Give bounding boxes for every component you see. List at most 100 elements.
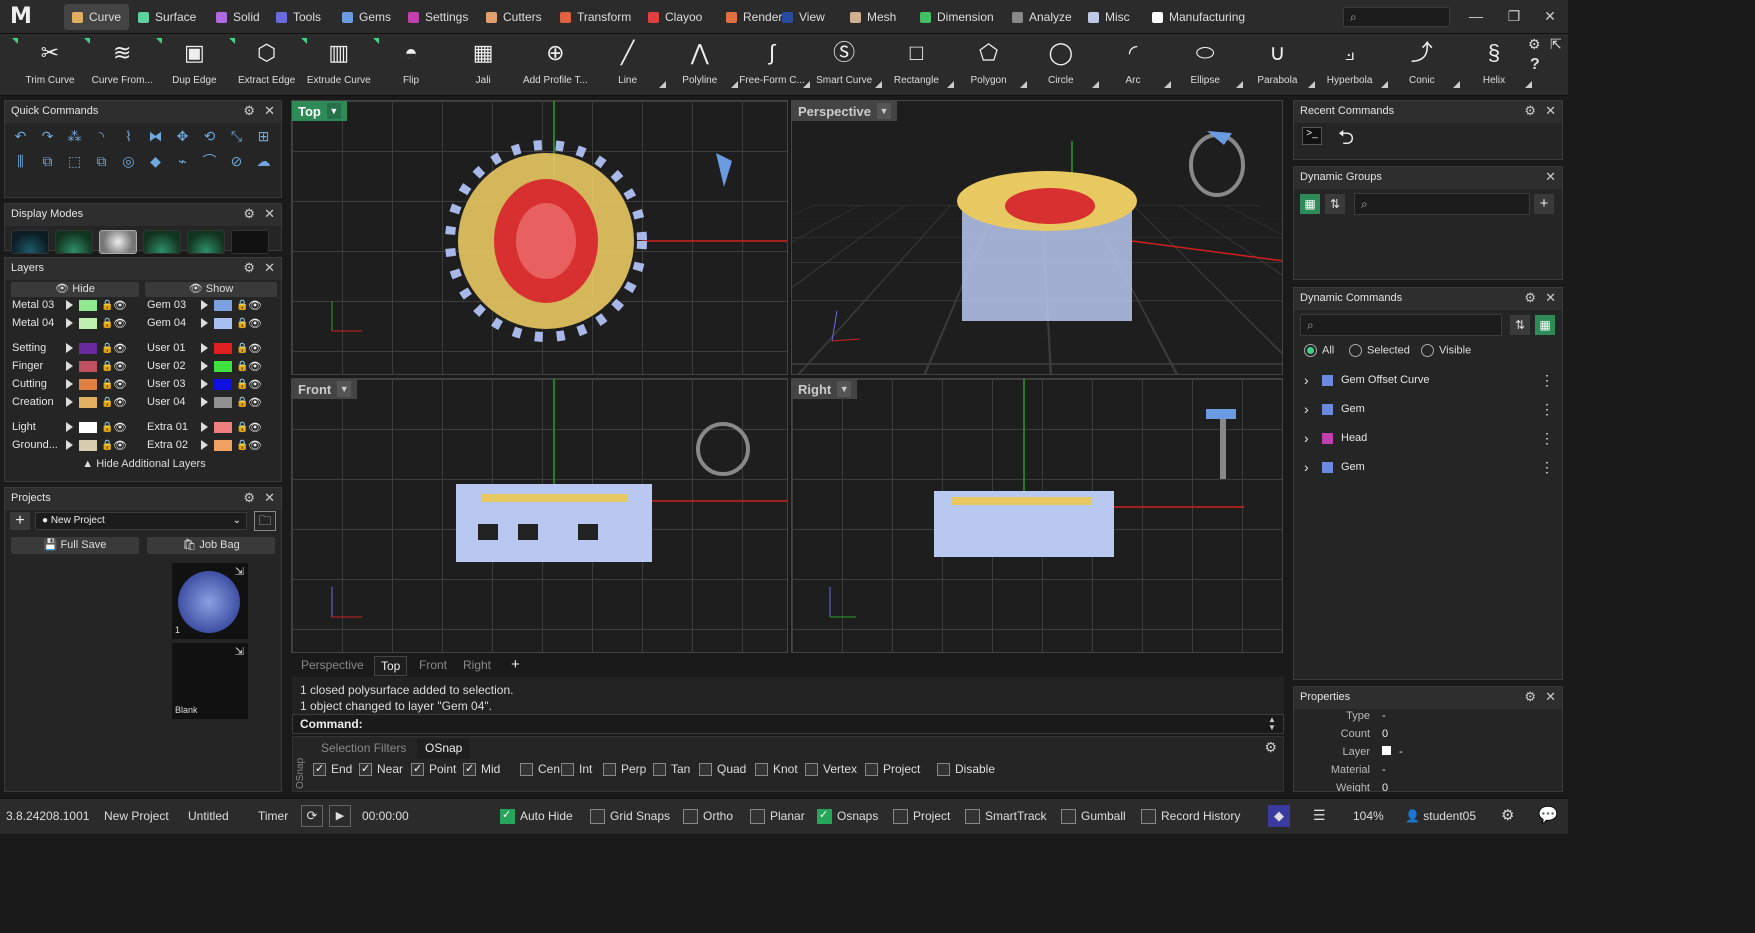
xray-mode-icon[interactable] (99, 230, 137, 254)
toggle-ortho[interactable]: Ortho (683, 809, 733, 825)
play-arrow-icon[interactable] (201, 379, 208, 389)
gem-icon[interactable]: ◆ (146, 152, 165, 171)
menu-tab-manufacturing[interactable]: Manufacturing (1144, 4, 1253, 30)
plugin-icon[interactable]: ◆ (1268, 805, 1290, 827)
dynamic-command-item[interactable]: › Gem ⋮ (1304, 398, 1554, 420)
layer-color-swatch[interactable] (214, 378, 232, 390)
shell-icon[interactable]: ☁ (254, 152, 273, 171)
gear-icon[interactable]: ⚙ (1524, 103, 1536, 119)
play-arrow-icon[interactable] (66, 422, 73, 432)
eye-icon[interactable]: 👁 (248, 317, 262, 330)
tool-polyline[interactable]: ⋀ Polyline (664, 34, 738, 96)
lock-icon[interactable]: 🔒 (101, 440, 113, 451)
layer-color-swatch[interactable] (214, 299, 232, 311)
lock-icon[interactable]: 🔒 (236, 422, 248, 433)
toggle-auto-hide[interactable]: Auto Hide (500, 808, 573, 825)
osnap-knot-checkbox[interactable]: Knot (755, 762, 798, 777)
hide-icon[interactable]: ⊘ (227, 152, 246, 171)
osnap-tan-checkbox[interactable]: Tan (653, 762, 690, 777)
file-name[interactable]: Untitled (188, 809, 229, 823)
menu-tab-dimension[interactable]: Dimension (912, 4, 1002, 30)
rotate-icon[interactable]: ⟲ (200, 127, 219, 146)
eye-icon[interactable]: 👁 (113, 299, 127, 312)
lock-icon[interactable]: 🔒 (101, 300, 113, 311)
osnap-disable-checkbox[interactable]: Disable (937, 762, 995, 777)
layer-row[interactable]: User 04 🔒 👁 (147, 393, 262, 411)
chevron-down-icon[interactable]: ▼ (877, 103, 891, 119)
viewport-tab-perspective[interactable]: Perspective (295, 656, 370, 676)
play-arrow-icon[interactable] (66, 318, 73, 328)
menu-tab-solid[interactable]: Solid (208, 4, 268, 30)
tool-extract-edge[interactable]: ⬡ Extract Edge (228, 34, 303, 96)
layer-color-swatch[interactable] (79, 342, 97, 354)
layer-color-swatch[interactable] (214, 360, 232, 372)
gear-icon[interactable]: ⚙ (1264, 739, 1277, 756)
chat-icon[interactable]: 💬 (1538, 805, 1558, 825)
play-arrow-icon[interactable] (66, 343, 73, 353)
ring-icon[interactable]: ◎ (119, 152, 138, 171)
scroll-arrows-icon[interactable]: ▲ ▼ (1268, 716, 1276, 732)
toggle-osnaps[interactable]: Osnaps (817, 808, 878, 825)
dynamic-command-item[interactable]: › Gem Offset Curve ⋮ (1304, 369, 1554, 391)
tool-curve-from[interactable]: ≋ Curve From... (84, 34, 158, 96)
sort-icon[interactable]: ⇅ (1510, 315, 1530, 335)
select-box-icon[interactable]: ⬚ (65, 152, 84, 171)
command-input[interactable]: Command: (292, 714, 1284, 734)
toggle-planar[interactable]: Planar (750, 809, 805, 825)
menu-tab-transform[interactable]: Transform (552, 4, 639, 30)
folder-icon[interactable]: 🗀 (254, 511, 276, 531)
tool-add-profile[interactable]: ⊕ Add Profile T... (519, 34, 591, 96)
minimize-icon[interactable]: — (1466, 8, 1486, 24)
layer-row[interactable]: Setting 🔒 👁 (12, 339, 127, 357)
filter-all-radio[interactable]: All (1304, 344, 1334, 357)
eye-icon[interactable]: 👁 (248, 396, 262, 409)
table-icon[interactable]: ▦ (1300, 194, 1320, 214)
play-arrow-icon[interactable] (201, 422, 208, 432)
table-icon[interactable]: ▦ (1535, 315, 1555, 335)
play-arrow-icon[interactable] (66, 440, 73, 450)
play-arrow-icon[interactable] (201, 361, 208, 371)
lock-icon[interactable]: 🔒 (101, 343, 113, 354)
close-icon[interactable]: ✕ (264, 260, 275, 276)
toggle-project[interactable]: Project (893, 809, 950, 825)
terminal-icon[interactable]: >_ (1302, 127, 1322, 145)
lock-icon[interactable]: 🔒 (236, 361, 248, 372)
tool-trim-curve[interactable]: ✂ Trim Curve (12, 34, 86, 96)
osnap-quad-checkbox[interactable]: Quad (699, 762, 746, 777)
menu-tab-surface[interactable]: Surface (130, 4, 204, 30)
dynamic-command-item[interactable]: › Gem ⋮ (1304, 456, 1554, 478)
layer-color-swatch[interactable] (214, 421, 232, 433)
layer-row[interactable]: Cutting 🔒 👁 (12, 375, 127, 393)
bend-icon[interactable]: ⌒ (200, 152, 219, 171)
project-name[interactable]: New Project (104, 809, 169, 823)
tool-hyperbola[interactable]: ⟓ Hyperbola (1314, 34, 1388, 96)
fillet-icon[interactable]: ◝ (92, 127, 111, 146)
viewport-top[interactable]: Top ▼ (291, 100, 788, 375)
lock-icon[interactable]: 🔒 (101, 397, 113, 408)
eye-icon[interactable]: 👁 (248, 360, 262, 373)
dynamic-command-item[interactable]: › Head ⋮ (1304, 427, 1554, 449)
hide-layers-button[interactable]: 👁 Hide (11, 282, 139, 297)
eye-icon[interactable]: 👁 (248, 439, 262, 452)
tool-polygon[interactable]: ⬠ Polygon (953, 34, 1027, 96)
gear-icon[interactable]: ⚙ (243, 490, 255, 506)
menu-tab-clayoo[interactable]: Clayoo (640, 4, 710, 30)
eye-icon[interactable]: 👁 (248, 299, 262, 312)
lock-icon[interactable]: 🔒 (236, 300, 248, 311)
osnap-end-checkbox[interactable]: End (313, 762, 352, 777)
chevron-down-icon[interactable]: ▼ (326, 103, 341, 119)
layer-color-swatch[interactable] (214, 342, 232, 354)
eye-icon[interactable]: 👁 (113, 439, 127, 452)
restore-icon[interactable]: ❐ (1504, 8, 1524, 25)
menu-tab-misc[interactable]: Misc (1080, 4, 1138, 30)
viewport-label[interactable]: Top ▼ (292, 101, 347, 121)
osnap-point-checkbox[interactable]: Point (411, 762, 456, 777)
tab-osnap[interactable]: OSnap (417, 739, 471, 759)
gear-icon[interactable]: ⚙ (243, 103, 255, 119)
group-icon[interactable]: ⁂ (65, 127, 84, 146)
menu-tab-curve[interactable]: Curve (64, 4, 130, 30)
project-thumbnail[interactable]: 1 ⇲ (172, 563, 248, 639)
close-icon[interactable]: ✕ (1540, 8, 1560, 25)
viewport-label[interactable]: Front ▼ (292, 379, 358, 399)
rendered-mode-icon[interactable] (143, 230, 181, 254)
